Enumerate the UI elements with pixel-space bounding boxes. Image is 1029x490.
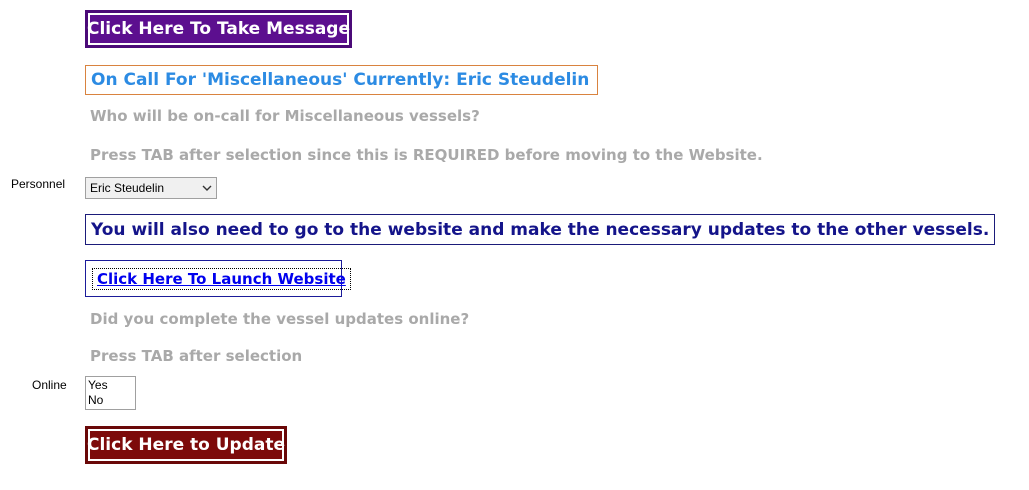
launch-website-box: Click Here To Launch Website	[85, 260, 351, 297]
personnel-question: Who will be on-call for Miscellaneous ve…	[90, 107, 480, 125]
personnel-select[interactable]: Eric Steudelin	[85, 177, 217, 199]
online-question: Did you complete the vessel updates onli…	[90, 310, 470, 328]
launch-website-link[interactable]: Click Here To Launch Website	[92, 267, 351, 290]
take-message-button[interactable]: Click Here To Take Message	[85, 10, 352, 48]
website-update-notice: You will also need to go to the website …	[85, 214, 995, 245]
chevron-down-icon	[198, 178, 216, 198]
update-button[interactable]: Click Here to Update	[85, 426, 287, 464]
on-call-status: On Call For 'Miscellaneous' Currently: E…	[85, 65, 598, 95]
online-option-no[interactable]: No	[88, 393, 133, 408]
personnel-selected-value: Eric Steudelin	[90, 181, 165, 195]
notice-text: You will also need to go to the website …	[91, 219, 990, 240]
on-call-text: On Call For 'Miscellaneous' Currently: E…	[91, 70, 590, 90]
personnel-label: Personnel	[11, 177, 66, 191]
online-instruction: Press TAB after selection	[90, 347, 303, 365]
online-option-yes[interactable]: Yes	[88, 378, 133, 393]
online-listbox[interactable]: Yes No	[85, 376, 136, 410]
online-label: Online	[32, 378, 67, 392]
personnel-instruction: Press TAB after selection since this is …	[90, 146, 763, 164]
